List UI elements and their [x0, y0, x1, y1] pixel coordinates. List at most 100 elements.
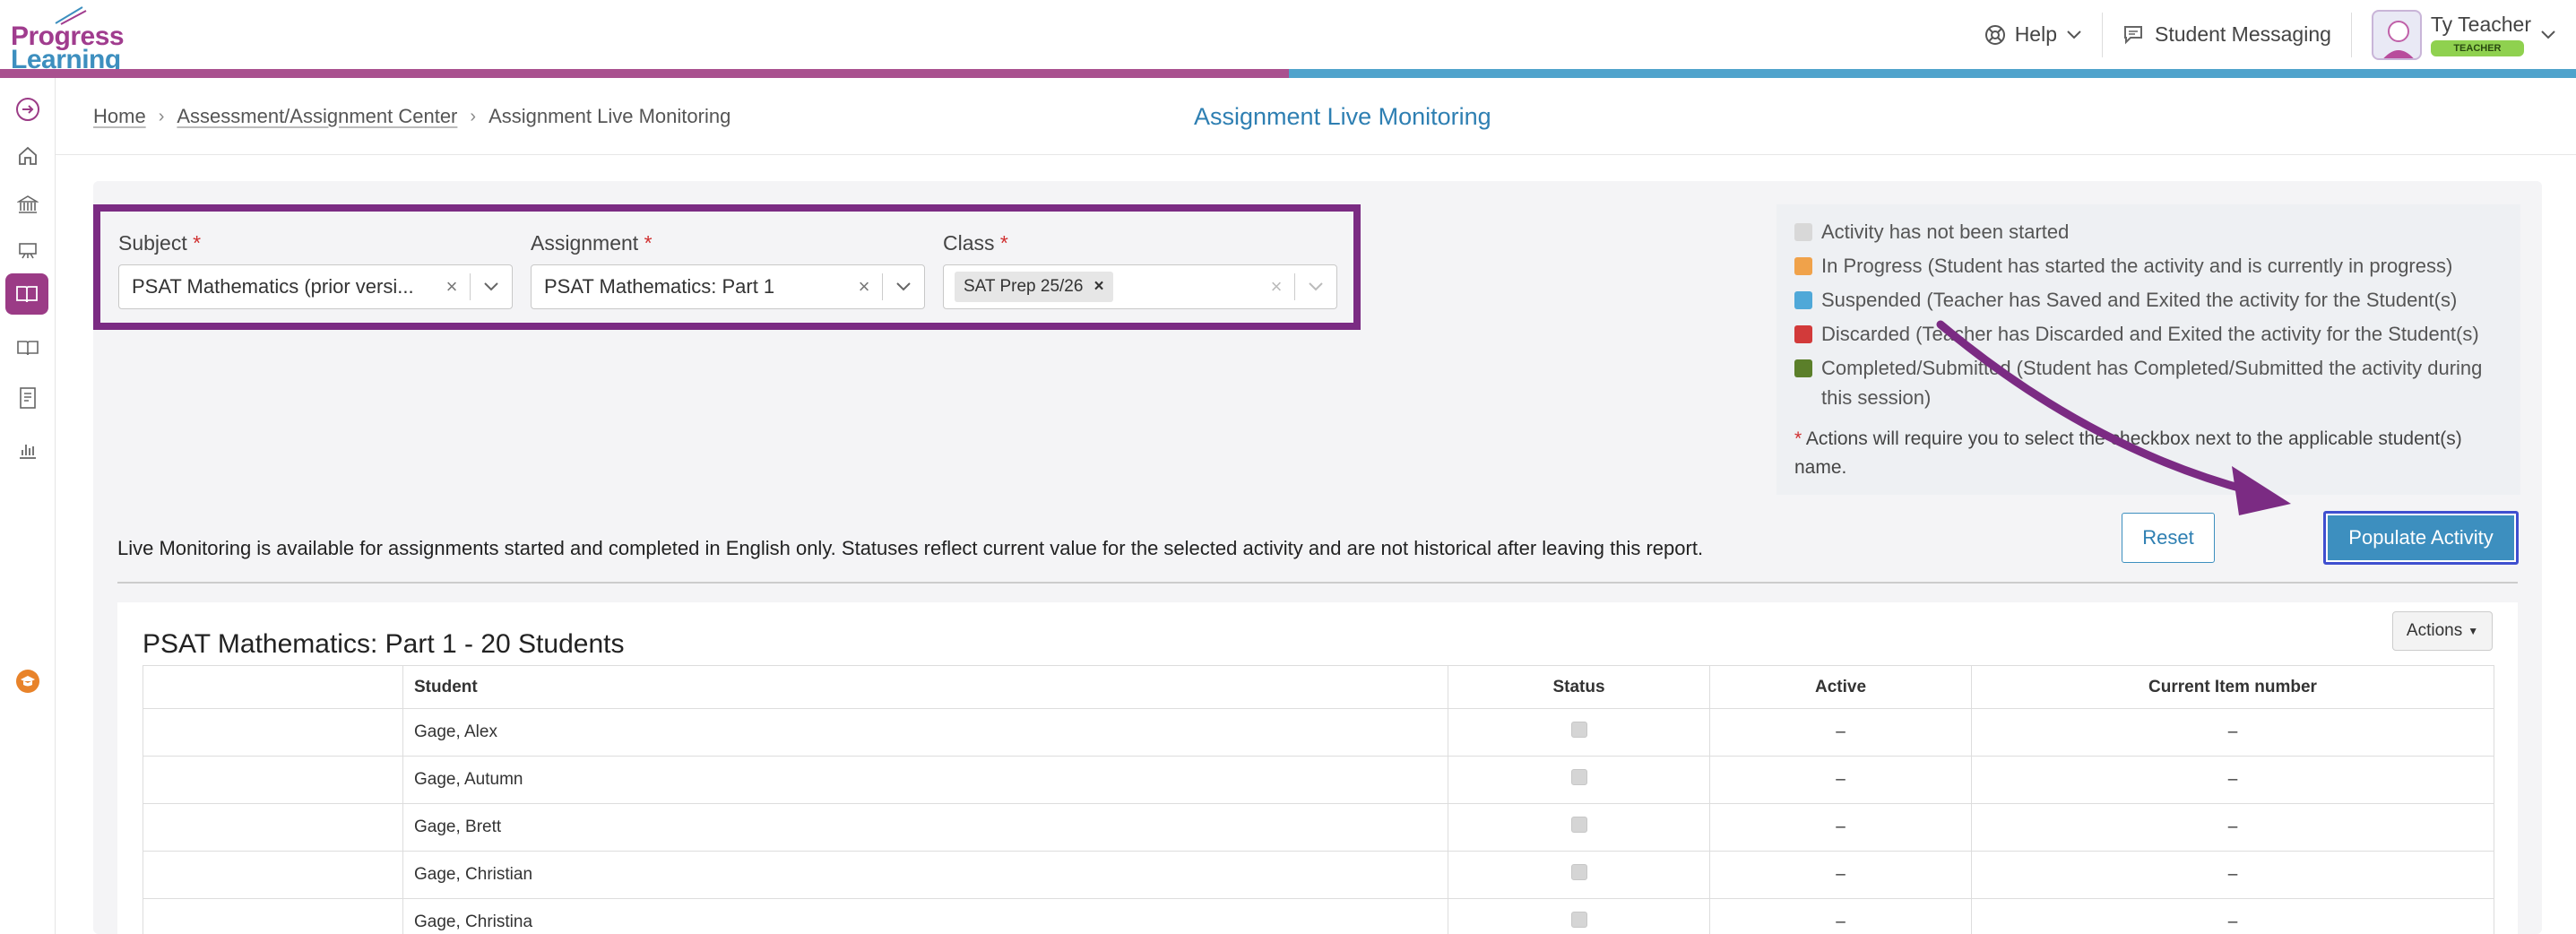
legend-item: In Progress (Student has started the act…	[1794, 251, 2511, 281]
legend-item: Suspended (Teacher has Saved and Exited …	[1794, 285, 2511, 315]
expand-sidebar-icon[interactable]	[13, 94, 43, 125]
subject-select[interactable]: PSAT Mathematics (prior versi... ×	[118, 264, 513, 309]
clear-subject-icon[interactable]: ×	[434, 275, 470, 298]
help-menu[interactable]: Help	[1965, 13, 2102, 57]
row-select-cell[interactable]	[143, 756, 403, 804]
home-icon[interactable]	[13, 141, 43, 171]
student-table: Student Status Active Current Item numbe…	[143, 665, 2494, 934]
row-select-cell[interactable]	[143, 708, 403, 757]
current-item-cell: –	[1971, 851, 2494, 899]
table-row[interactable]: Gage, Christina – –	[143, 898, 2494, 934]
bar-chart-icon[interactable]	[13, 435, 43, 465]
actions-note: * Actions will require you to select the…	[1794, 428, 2462, 478]
class-select[interactable]: SAT Prep 25/26 × ×	[943, 264, 1337, 309]
current-item-cell: –	[1971, 708, 2494, 757]
lifebuoy-icon	[1984, 24, 2005, 45]
user-name: Ty Teacher	[2430, 13, 2531, 36]
table-row[interactable]: Gage, Brett – –	[143, 803, 2494, 852]
open-book-icon[interactable]	[13, 333, 43, 363]
clear-assignment-icon[interactable]: ×	[846, 275, 882, 298]
graduation-cap-icon[interactable]	[13, 666, 43, 696]
clear-class-icon[interactable]: ×	[1258, 275, 1294, 298]
legend-item: Completed/Submitted (Student has Complet…	[1794, 353, 2511, 412]
table-row[interactable]: Gage, Alex – –	[143, 708, 2494, 757]
class-chip[interactable]: SAT Prep 25/26 ×	[955, 272, 1113, 302]
current-item-cell: –	[1971, 898, 2494, 934]
assignment-label: Assignment *	[531, 231, 653, 255]
avatar	[2371, 9, 2422, 60]
header-actions: Help Student Messaging Ty Teacher TEACHE…	[1965, 0, 2576, 69]
chevron-down-icon	[2541, 30, 2555, 39]
student-messaging-button[interactable]: Student Messaging	[2103, 13, 2351, 57]
user-avatar-icon	[2383, 20, 2414, 58]
current-item-cell: –	[1971, 803, 2494, 852]
status-legend: Activity has not been started In Progres…	[1776, 204, 2520, 495]
row-select-cell[interactable]	[143, 803, 403, 852]
legend-item: Activity has not been started	[1794, 217, 2511, 246]
status-not-started-icon	[1570, 817, 1587, 833]
breadcrumb-center-link[interactable]: Assessment/Assignment Center	[177, 105, 457, 128]
table-row[interactable]: Gage, Christian – –	[143, 851, 2494, 899]
chevron-down-icon	[2067, 30, 2081, 39]
live-monitoring-notice: Live Monitoring is available for assignm…	[117, 537, 1704, 559]
status-not-started-icon	[1570, 912, 1587, 928]
breadcrumb-chevron-icon: ›	[158, 106, 165, 126]
active-cell: –	[1709, 708, 1972, 757]
status-cell	[1448, 851, 1710, 899]
subject-label: Subject *	[118, 231, 202, 255]
status-cell	[1448, 708, 1710, 757]
legend-swatch	[1794, 359, 1812, 377]
actions-dropdown-button[interactable]: Actions ▼	[2392, 611, 2493, 651]
reset-button[interactable]: Reset	[2122, 513, 2215, 563]
chat-bubble-icon	[2124, 25, 2142, 44]
assignment-book-icon[interactable]	[5, 273, 48, 315]
user-info: Ty Teacher TEACHER	[2430, 13, 2531, 56]
remove-chip-icon[interactable]: ×	[1094, 277, 1103, 297]
status-not-started-icon	[1570, 722, 1587, 738]
subject-filter: Subject * PSAT Mathematics (prior versi.…	[118, 231, 513, 309]
legend-swatch	[1794, 291, 1812, 309]
active-cell: –	[1709, 851, 1972, 899]
status-not-started-icon	[1570, 769, 1587, 785]
current-item-column-header[interactable]: Current Item number	[1971, 665, 2494, 709]
table-title: PSAT Mathematics: Part 1 - 20 Students	[143, 629, 625, 659]
breadcrumb-bar: Home › Assessment/Assignment Center › As…	[56, 78, 2576, 155]
role-badge: TEACHER	[2430, 40, 2524, 56]
help-label: Help	[2014, 22, 2057, 46]
chevron-down-icon[interactable]	[1295, 281, 1336, 292]
classroom-board-icon[interactable]	[13, 236, 43, 266]
status-cell	[1448, 803, 1710, 852]
breadcrumb: Home › Assessment/Assignment Center › As…	[93, 105, 730, 128]
assignment-select[interactable]: PSAT Mathematics: Part 1 ×	[531, 264, 925, 309]
table-header-row: Student Status Active Current Item numbe…	[143, 665, 2494, 709]
table-row[interactable]: Gage, Autumn – –	[143, 756, 2494, 804]
legend-item: Discarded (Teacher has Discarded and Exi…	[1794, 319, 2511, 349]
report-document-icon[interactable]	[13, 383, 43, 413]
row-select-cell[interactable]	[143, 898, 403, 934]
progress-learning-logo[interactable]: Progress Learning	[11, 5, 136, 74]
student-name: Gage, Alex	[402, 708, 1448, 757]
current-item-cell: –	[1971, 756, 2494, 804]
breadcrumb-home-link[interactable]: Home	[93, 105, 146, 128]
select-column-header	[143, 665, 403, 709]
top-header: Progress Learning Help Student Messaging	[0, 0, 2576, 74]
student-name: Gage, Autumn	[402, 756, 1448, 804]
row-select-cell[interactable]	[143, 851, 403, 899]
student-messaging-label: Student Messaging	[2155, 22, 2331, 46]
populate-activity-button[interactable]: Populate Activity	[2323, 511, 2519, 565]
chevron-down-icon[interactable]	[883, 281, 924, 292]
user-menu[interactable]: Ty Teacher TEACHER	[2352, 9, 2576, 60]
student-name: Gage, Christina	[402, 898, 1448, 934]
breadcrumb-current: Assignment Live Monitoring	[488, 105, 731, 127]
active-cell: –	[1709, 803, 1972, 852]
chevron-down-icon[interactable]	[471, 281, 512, 292]
brand-stripe	[0, 69, 2576, 78]
class-filter: Class * SAT Prep 25/26 × ×	[943, 231, 1337, 309]
legend-swatch	[1794, 223, 1812, 241]
student-name: Gage, Brett	[402, 803, 1448, 852]
active-cell: –	[1709, 756, 1972, 804]
school-building-icon[interactable]	[13, 189, 43, 220]
student-column-header[interactable]: Student	[402, 665, 1448, 709]
status-column-header[interactable]: Status	[1448, 665, 1710, 709]
active-column-header[interactable]: Active	[1709, 665, 1972, 709]
